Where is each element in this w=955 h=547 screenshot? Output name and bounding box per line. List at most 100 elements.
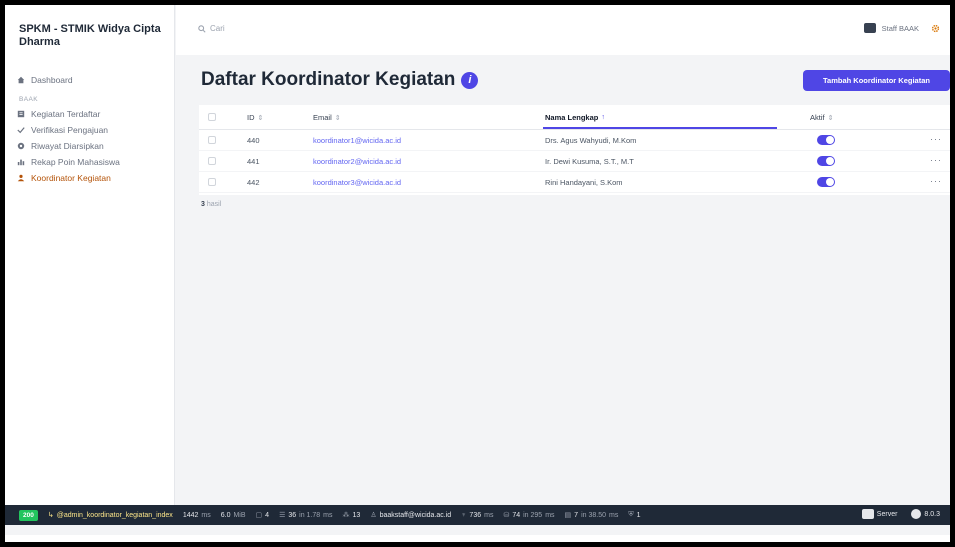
row-checkbox[interactable]: [208, 178, 216, 186]
chart-bar-icon: [17, 159, 25, 166]
cell-name: Rini Handayani, S.Kom: [545, 178, 623, 187]
memory-unit: MiB: [233, 511, 246, 519]
form-icon: ▢: [255, 512, 263, 519]
row-checkbox[interactable]: [208, 157, 216, 165]
debug-time[interactable]: 1442 ms: [183, 512, 211, 519]
twig-value: 736: [469, 511, 482, 519]
forms-value: 4: [265, 511, 270, 519]
column-header-label: Email: [313, 113, 332, 122]
db-unit: ms: [545, 511, 555, 519]
sidebar-item-label: Koordinator Kegiatan: [31, 173, 111, 183]
debug-memory[interactable]: 6.0 MiB: [221, 512, 246, 519]
sidebar-item-dashboard[interactable]: Dashboard: [17, 74, 73, 86]
sidebar-item-label: Verifikasi Pengajuan: [31, 125, 109, 135]
info-icon[interactable]: i: [461, 71, 479, 89]
sidebar-item-label: Riwayat Diarsipkan: [31, 141, 104, 151]
table-header: ID ⇕ Email ⇕ Nama Lengkap ↑ Aktif ⇕: [199, 105, 950, 130]
queries-detail: in 38.50: [581, 511, 606, 519]
sidebar-item-label: Kegiatan Terdaftar: [31, 109, 101, 119]
column-header-active[interactable]: Aktif ⇕: [810, 113, 833, 122]
row-actions-icon[interactable]: ···: [930, 176, 942, 186]
debug-translations[interactable]: ⁂ 13: [343, 511, 361, 520]
column-header-label: Aktif: [810, 113, 825, 122]
queries-icon: ▤: [564, 512, 572, 519]
queries-value: 7: [574, 511, 579, 519]
queries-unit: ms: [609, 511, 619, 519]
debug-server[interactable]: Server: [861, 509, 898, 519]
server-label: Server: [876, 510, 898, 518]
table-row: 441 koordinator2@wicida.ac.id Ir. Dewi K…: [199, 151, 950, 172]
column-header-id[interactable]: ID ⇕: [247, 113, 263, 122]
sidebar-item-rekap-poin[interactable]: Rekap Poin Mahasiswa: [17, 156, 120, 168]
clipboard-icon: [17, 110, 25, 118]
server-icon: [861, 509, 874, 519]
sidebar-item-riwayat-diarsipkan[interactable]: Riwayat Diarsipkan: [17, 140, 104, 152]
sidebar-group-label: BAAK: [19, 96, 38, 103]
cache-icon: ☰: [279, 512, 286, 519]
sidebar-item-koordinator-kegiatan[interactable]: Koordinator Kegiatan: [17, 172, 111, 184]
sort-icon: ⇕: [257, 114, 264, 122]
sidebar-item-kegiatan-terdaftar[interactable]: Kegiatan Terdaftar: [17, 108, 100, 120]
row-actions-icon[interactable]: ···: [930, 155, 942, 165]
page-title-text: Daftar Koordinator Kegiatan: [201, 69, 456, 90]
sort-icon: ⇕: [827, 114, 834, 122]
row-checkbox[interactable]: [208, 136, 216, 144]
user-menu[interactable]: Staff BAAK: [863, 23, 940, 33]
debug-cache[interactable]: ☰ 36 in 1.78 ms: [279, 511, 333, 520]
debug-db[interactable]: ⛁ 74 in 295 ms: [503, 511, 555, 520]
status-badge[interactable]: 200: [19, 509, 38, 521]
cache-unit: ms: [323, 511, 333, 519]
active-toggle[interactable]: [817, 135, 835, 145]
user-icon: [17, 174, 25, 182]
add-coordinator-button[interactable]: Tambah Koordinator Kegiatan: [803, 70, 950, 91]
debug-twig[interactable]: ♆ 736 ms: [461, 512, 493, 519]
sidebar-item-verifikasi-pengajuan[interactable]: Verifikasi Pengajuan: [17, 124, 108, 136]
cell-name: Drs. Agus Wahyudi, M.Kom: [545, 136, 637, 145]
cell-id: 440: [247, 136, 260, 145]
debug-forms[interactable]: ▢ 4: [255, 511, 270, 520]
result-count-number: 3: [201, 201, 205, 208]
active-toggle[interactable]: [817, 156, 835, 166]
sidebar-item-label: Dashboard: [31, 75, 73, 85]
route-arrow-icon: ↳: [47, 512, 54, 519]
shield-icon: ⛨: [628, 511, 634, 518]
debug-security[interactable]: ⛨ 1: [628, 511, 640, 519]
sidebar-item-label: Rekap Poin Mahasiswa: [31, 157, 120, 167]
avatar: [863, 23, 876, 33]
table-row: 440 koordinator1@wicida.ac.id Drs. Agus …: [199, 130, 950, 151]
column-header-name[interactable]: Nama Lengkap ↑: [545, 113, 605, 122]
select-all-checkbox[interactable]: [208, 113, 216, 121]
debug-version[interactable]: 8.0.3: [911, 509, 940, 519]
sort-icon: ⇕: [334, 114, 341, 122]
topbar: Cari Staff BAAK: [176, 5, 950, 55]
cell-email[interactable]: koordinator2@wicida.ac.id: [313, 157, 401, 166]
twig-icon: ♆: [461, 511, 467, 519]
row-actions-icon[interactable]: ···: [930, 134, 942, 144]
search-input[interactable]: Cari: [198, 24, 225, 33]
route-name: @admin_koordinator_kegiatan_index: [56, 511, 173, 519]
cell-id: 441: [247, 157, 260, 166]
time-value: 1442: [182, 511, 199, 519]
active-toggle[interactable]: [817, 177, 835, 187]
debug-queries[interactable]: ▤ 7 in 38.50 ms: [564, 511, 619, 520]
debug-user[interactable]: ♙ baakstaff@wicida.ac.id: [370, 511, 452, 520]
debug-right-group: Server 8.0.3: [861, 509, 940, 519]
security-value: 1: [636, 511, 641, 519]
user-value: baakstaff@wicida.ac.id: [379, 511, 452, 519]
column-header-email[interactable]: Email ⇕: [313, 113, 341, 122]
cell-name: Ir. Dewi Kusuma, S.T., M.T: [545, 157, 634, 166]
cache-detail: in 1.78: [299, 511, 321, 519]
home-icon: [17, 76, 25, 84]
result-count-label: hasil: [206, 201, 222, 208]
cache-value: 36: [288, 511, 297, 519]
cell-email[interactable]: koordinator1@wicida.ac.id: [313, 136, 401, 145]
column-header-label: ID: [247, 113, 255, 122]
time-unit: ms: [201, 511, 211, 519]
gear-icon[interactable]: [931, 24, 940, 33]
brand-title[interactable]: SPKM - STMIK Widya Cipta Dharma: [19, 23, 169, 49]
debug-route[interactable]: ↳ @admin_koordinator_kegiatan_index: [47, 511, 173, 520]
column-header-label: Nama Lengkap: [545, 113, 599, 122]
cell-email[interactable]: koordinator3@wicida.ac.id: [313, 178, 401, 187]
search-placeholder: Cari: [210, 24, 225, 33]
sorted-column-indicator: [543, 127, 777, 129]
